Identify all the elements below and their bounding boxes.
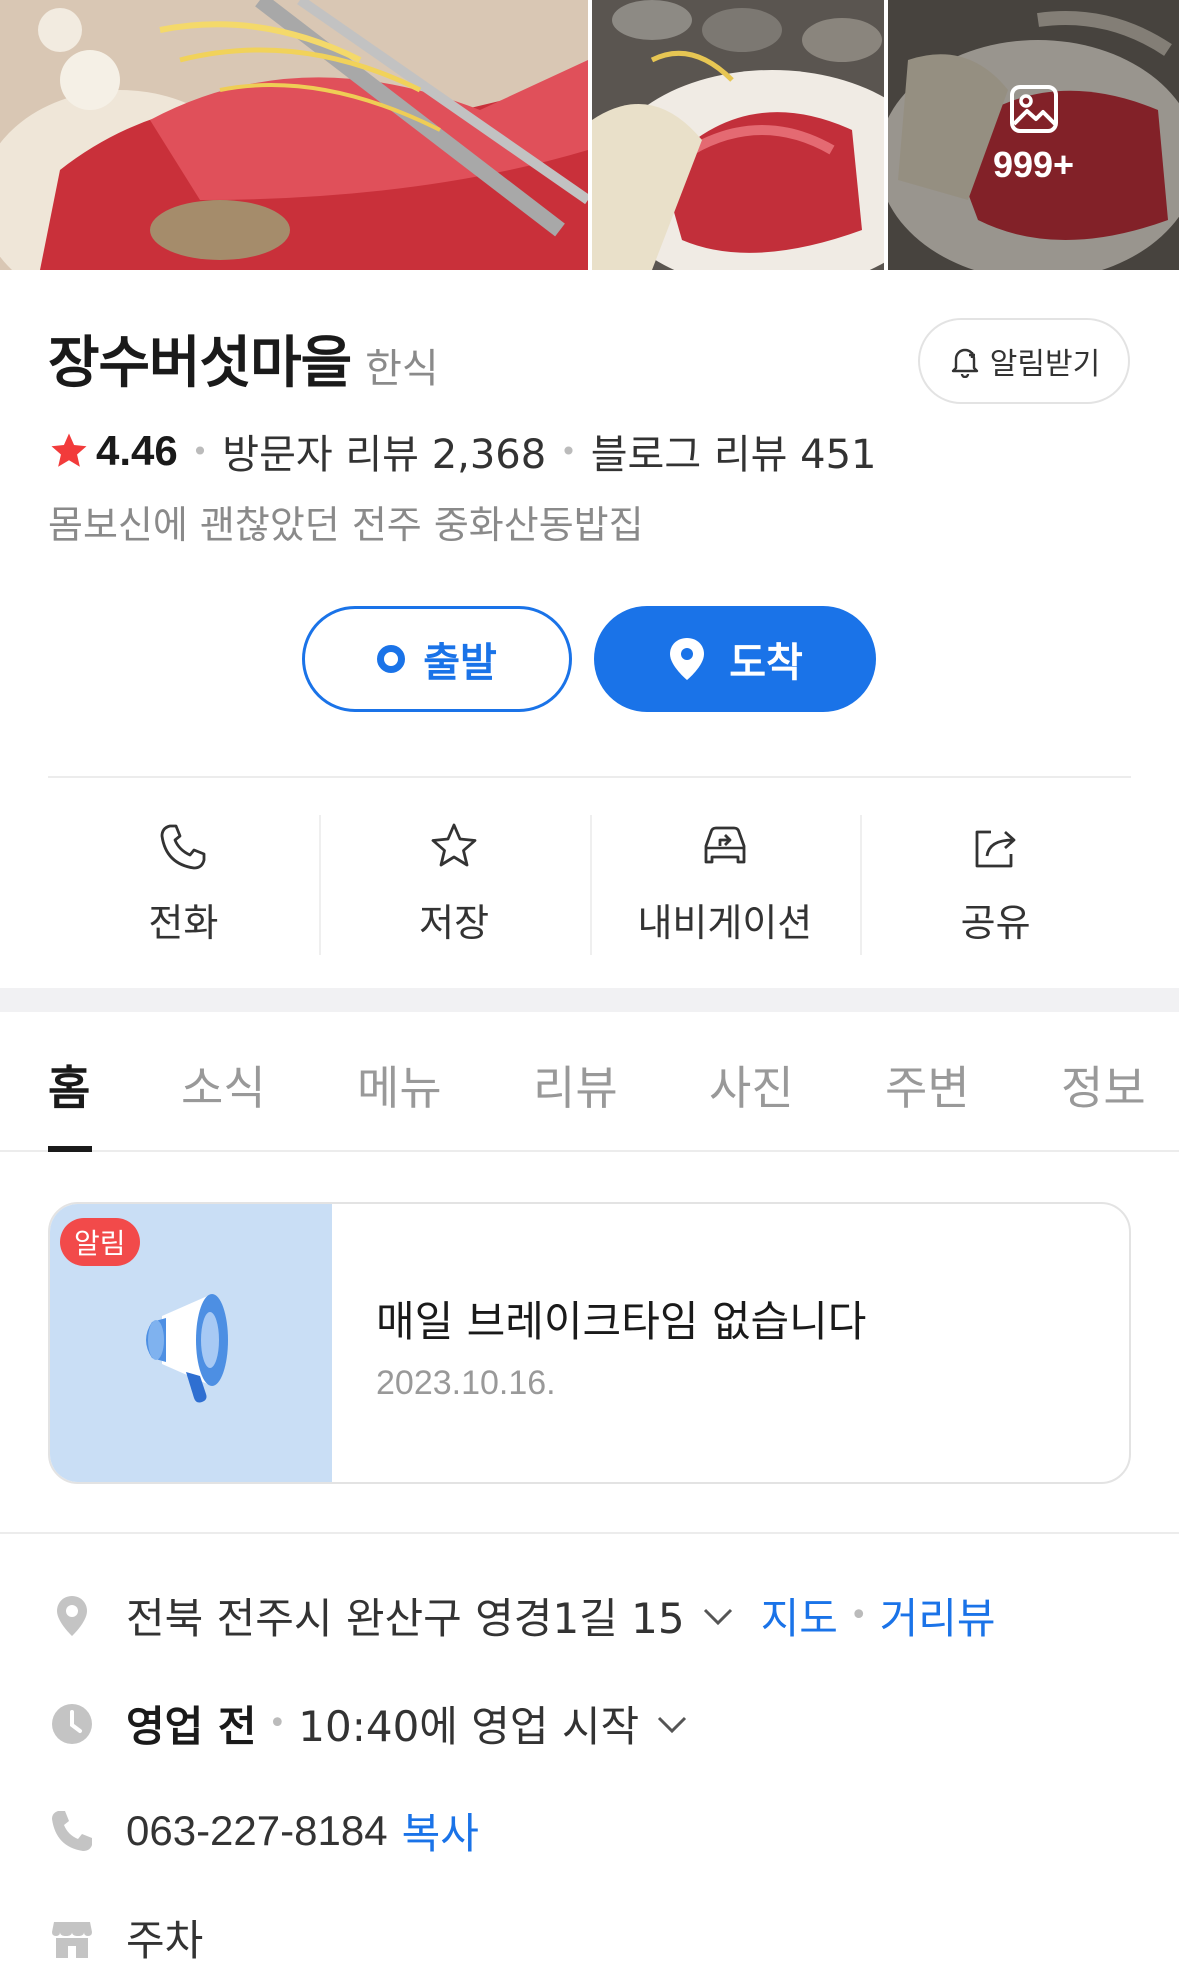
bell-plus-icon [951,348,978,378]
notify-button[interactable]: 알림받기 [918,318,1130,404]
more-photos-count: 999+ [992,144,1075,185]
hours-status: 영업 전 [126,1702,257,1751]
location-pin-icon [670,638,705,680]
map-link[interactable]: 지도 [761,1585,838,1646]
notify-label: 알림받기 [989,347,1101,382]
save-button[interactable]: 저장 [318,815,590,955]
divider [0,1532,1179,1534]
photo-2[interactable] [592,0,884,270]
phone-icon [160,824,206,870]
store-icon [52,1921,92,1958]
action-bar: 전화 저장 내비게이션 공유 [48,815,1131,955]
star-icon [431,823,477,867]
tab-nearby[interactable]: 주변 [885,1052,970,1118]
phone-row: 063-227-8184 복사 [48,1800,479,1861]
address-text[interactable]: 전북 전주시 완산구 영경1길 15 [126,1585,685,1646]
phone-number[interactable]: 063-227-8184 [126,1807,388,1855]
hours-detail[interactable]: 10:40에 영업 시작 [298,1693,639,1754]
hours-row: 영업 전 • 10:40에 영업 시작 [48,1693,691,1754]
place-description: 몸보신에 괜찮았던 전주 중화산동밥집 [48,503,644,547]
visitor-reviews-link[interactable]: 방문자 리뷰 2,368 [222,422,546,480]
notice-badge: 알림 [60,1218,140,1266]
street-view-link[interactable]: 거리뷰 [880,1585,996,1646]
place-name: 장수버섯마을 [48,331,352,396]
address-row: 전북 전주시 완산구 영경1길 15 지도 • 거리뷰 [48,1585,996,1646]
separator-dot: • [268,1706,287,1741]
location-pin-icon [57,1595,87,1636]
save-label: 저장 [419,901,490,945]
image-icon [1009,85,1058,133]
photo-3-more[interactable]: 999+ [888,0,1179,270]
active-tab-indicator [48,1146,92,1152]
tab-home[interactable]: 홈 [48,1052,90,1118]
share-button[interactable]: 공유 [860,815,1131,955]
chevron-down-icon[interactable] [653,1705,691,1743]
notice-title: 매일 브레이크타임 없습니다 [376,1297,867,1346]
separator-dot: • [849,1598,868,1633]
navigation-label: 내비게이션 [637,901,813,945]
parking-row: 주차 [48,1907,203,1968]
tab-news[interactable]: 소식 [181,1052,266,1118]
rating-value: 4.46 [96,427,178,474]
notice-card[interactable]: 알림 매일 브레이크타임 없습니다 2023.10.16. [48,1202,1131,1484]
copy-phone-link[interactable]: 복사 [402,1800,479,1861]
arrive-label: 도착 [729,640,803,686]
navigation-button[interactable]: 내비게이션 [589,815,861,955]
tab-menu[interactable]: 메뉴 [357,1052,442,1118]
separator-dot: • [191,434,209,468]
parking-label: 주차 [126,1916,204,1965]
star-filled-icon [51,433,87,467]
rating-row: 4.46 • 방문자 리뷰 2,368 • 블로그 리뷰 451 [48,422,877,480]
share-icon [975,830,1016,868]
blog-reviews-link[interactable]: 블로그 리뷰 451 [591,422,877,480]
tab-reviews[interactable]: 리뷰 [533,1052,618,1118]
notice-date: 2023.10.16. [376,1364,556,1402]
notice-thumbnail: 알림 [50,1204,332,1482]
phone-icon [52,1810,92,1851]
separator-dot: • [560,434,577,468]
chevron-down-icon[interactable] [699,1597,737,1635]
arrive-button[interactable]: 도착 [594,606,876,712]
start-button[interactable]: 출발 [302,606,572,712]
place-title-row: 장수버섯마을 한식 [48,318,439,399]
tab-photos[interactable]: 사진 [709,1052,794,1118]
start-label: 출발 [423,640,497,686]
share-label: 공유 [960,901,1031,945]
call-label: 전화 [148,901,219,945]
photo-1[interactable] [0,0,588,270]
section-gap [0,988,1179,1012]
tab-bar: 홈 소식 메뉴 리뷰 사진 주변 정보 [0,1012,1179,1152]
tab-info[interactable]: 정보 [1061,1052,1146,1118]
clock-icon [52,1703,92,1744]
photo-strip[interactable]: 999+ [0,0,1179,270]
megaphone-icon [146,1294,228,1403]
call-button[interactable]: 전화 [48,815,319,955]
origin-dot-icon [377,645,406,673]
car-nav-icon [704,826,746,864]
more-photos-overlay[interactable]: 999+ [888,0,1179,270]
place-category: 한식 [365,346,439,392]
divider [48,776,1131,778]
